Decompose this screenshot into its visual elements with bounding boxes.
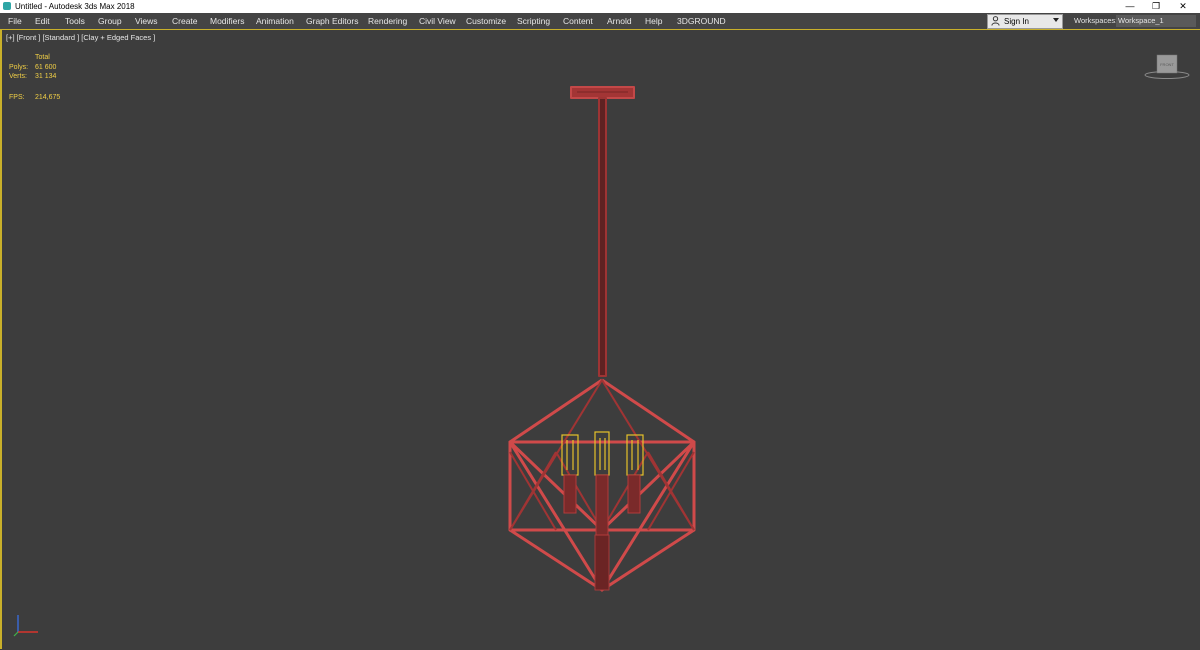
workspace-select[interactable]: Workspace_1 <box>1116 15 1196 27</box>
chandelier-model[interactable] <box>482 80 722 650</box>
title-bar: Untitled - Autodesk 3ds Max 2018 — ❐ ✕ <box>0 0 1200 13</box>
app-icon <box>3 2 11 10</box>
menu-file[interactable]: File <box>8 13 22 29</box>
close-button[interactable]: ✕ <box>1168 0 1198 13</box>
user-icon <box>991 16 1000 26</box>
stats-verts-label: Verts: <box>9 73 27 80</box>
menu-create[interactable]: Create <box>172 13 198 29</box>
viewport-label[interactable]: [+] [Front ] [Standard ] [Clay + Edged F… <box>6 33 155 42</box>
axis-tripod-icon <box>13 615 38 637</box>
menu-bar: File Edit Tools Group Views Create Modif… <box>0 13 1200 30</box>
window-title: Untitled - Autodesk 3ds Max 2018 <box>15 2 135 11</box>
menu-customize[interactable]: Customize <box>466 13 506 29</box>
stats-total-header: Total <box>35 54 50 61</box>
menu-3dground[interactable]: 3DGROUND <box>677 13 726 29</box>
viewcube-icon[interactable]: FRONT <box>1143 52 1191 80</box>
viewcube-front-label: FRONT <box>1160 62 1174 67</box>
menu-rendering[interactable]: Rendering <box>368 13 407 29</box>
menu-group[interactable]: Group <box>98 13 122 29</box>
menu-civil-view[interactable]: Civil View <box>419 13 456 29</box>
sign-in-dropdown[interactable]: Sign In <box>987 14 1063 29</box>
stats-polys-value: 61 600 <box>35 64 57 71</box>
stats-fps-value: 214,675 <box>35 94 61 101</box>
menu-animation[interactable]: Animation <box>256 13 294 29</box>
menu-arnold[interactable]: Arnold <box>607 13 632 29</box>
menu-graph-editors[interactable]: Graph Editors <box>306 13 358 29</box>
sign-in-label: Sign In <box>1004 17 1029 26</box>
stats-verts-value: 31 134 <box>35 73 57 80</box>
front-viewport[interactable]: [+] [Front ] [Standard ] [Clay + Edged F… <box>0 30 1200 649</box>
menu-help[interactable]: Help <box>645 13 662 29</box>
maximize-button[interactable]: ❐ <box>1141 0 1171 13</box>
menu-modifiers[interactable]: Modifiers <box>210 13 244 29</box>
stats-polys-label: Polys: <box>9 64 29 71</box>
menu-tools[interactable]: Tools <box>65 13 85 29</box>
menu-views[interactable]: Views <box>135 13 158 29</box>
menu-edit[interactable]: Edit <box>35 13 50 29</box>
menu-content[interactable]: Content <box>563 13 593 29</box>
stats-fps-label: FPS: <box>9 94 25 101</box>
workspaces-label: Workspaces: <box>1074 16 1118 25</box>
menu-scripting[interactable]: Scripting <box>517 13 550 29</box>
chevron-down-icon <box>1053 18 1059 22</box>
